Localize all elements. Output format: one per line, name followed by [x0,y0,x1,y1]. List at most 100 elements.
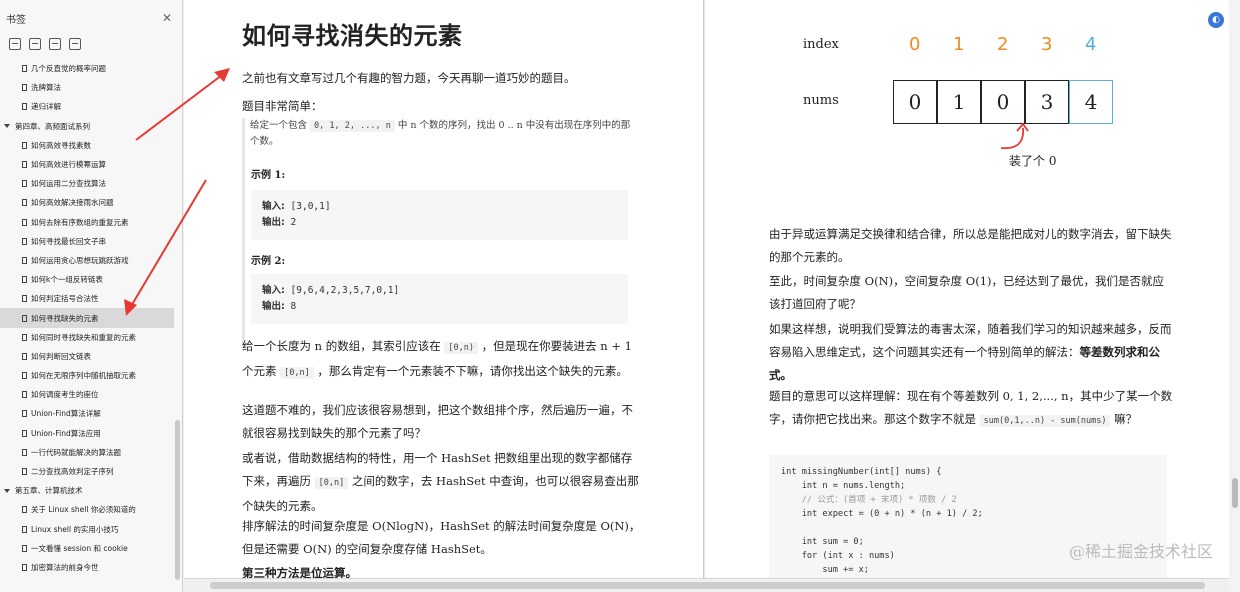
bookmark-item[interactable]: 如何同时寻找缺失和重复的元素 [0,328,174,347]
collapse-all-icon[interactable] [29,38,41,50]
bookmark-label: 一文看懂 session 和 cookie [31,543,128,553]
bookmark-item[interactable]: 几个反直觉的概率问题 [0,59,174,78]
sidebar-toolbar [0,36,182,52]
rp4-code: sum(0,1,..n) - sum(nums) [979,415,1111,427]
bookmark-icon [22,448,27,456]
expand-all-icon[interactable] [9,38,21,50]
bookmark-item[interactable]: 如何k个一组反转链表 [0,270,174,289]
example-2-output-label: 输出: [262,301,285,312]
bookmark-label: 如何运用贪心思想玩跳跃游戏 [31,255,129,265]
bookmark-icon [22,468,27,476]
vertical-scrollbar[interactable] [1229,0,1240,592]
example-1-output-label: 输出: [262,217,285,228]
example-1-input-label: 输入: [262,201,285,212]
paragraph-2: 这道题不难的，我们应该很容易想到，把这个数组排个序，然后遍历一遍，不就很容易找到… [242,403,633,440]
right-paragraph-1: 由于异或运算满足交换律和结合律，所以总是能把成对儿的数字消去，留下缺失的那个元素… [769,227,1172,264]
bookmark-icon [22,525,27,533]
bookmark-icon [22,314,27,322]
bookmark-item[interactable]: 二分查找高效判定子序列 [0,462,174,481]
index-value: 4 [1085,34,1097,55]
close-icon[interactable]: ✕ [162,11,172,25]
bookmark-item[interactable]: 如何运用二分查找算法 [0,174,174,193]
bookmark-item[interactable]: 如何判断回文链表 [0,347,174,366]
example-1-title: 示例 1: [251,170,286,181]
bookmark-icon [22,199,27,207]
bookmark-item[interactable]: 递归详解 [0,97,174,116]
nums-cell: 1 [937,80,981,124]
p3-code: [0,n] [314,477,349,489]
quote-text-1: 给定一个包含 [250,120,308,131]
watermark: @稀土掘金技术社区 [1068,542,1213,561]
bookmark-label: 如何判断回文链表 [31,351,91,361]
example-2-title: 示例 2: [251,256,286,267]
bookmark-icon [22,218,27,226]
paragraph-5: 第三种方法是位运算。 [242,566,357,578]
example-2-output: 8 [290,301,297,312]
bookmark-icon [22,352,27,360]
bookmark-sidebar: 书签 ✕ 几个反直觉的概率问题 洗牌算法递归详解第四章、高频面试系列如何高效寻找素… [0,0,183,592]
collapse-triangle-icon[interactable] [4,488,10,493]
paragraph-3: 或者说，借助数据结构的特性，用一个 HashSet 把数组里出现的数字都储存下来… [242,447,642,518]
bookmark-item[interactable]: 如何高效解决接雨水问题 [0,193,174,212]
bookmark-chapter[interactable]: 第五章、计算机技术 [0,481,174,500]
quote-text-2: 中 n 个数的序列，找出 0 .. n 中没有出现在序列中的那个数。 [250,120,631,147]
bookmark-icon [22,141,27,149]
bookmark-icon [22,276,27,284]
p1-code-2: [0,n] [280,367,314,379]
nums-cell: 0 [893,80,937,124]
bookmark-chapter[interactable]: 第四章、高频面试系列 [0,117,174,136]
right-paragraph-3: 如果这样想，说明我们受算法的毒害太深，随着我们学习的知识越来越多，反而容易陷入思… [769,318,1174,387]
bookmark-item[interactable]: 如何判定括号合法性 [0,289,174,308]
bookmark-item[interactable]: 如何在无限序列中随机抽取元素 [0,366,174,385]
bookmark-add-icon[interactable] [49,38,61,50]
problem-statement: 给定一个包含 0, 1, 2, ..., n 中 n 个数的序列，找出 0 ..… [250,118,635,150]
bookmark-icon [22,333,27,341]
bookmark-item[interactable]: 一文看懂 session 和 cookie [0,539,174,558]
bookmark-item[interactable]: 一行代码就能解决的算法题 [0,443,174,462]
bookmark-item[interactable]: Linux shell 的实用小技巧 [0,520,174,539]
bookmark-label: 第四章、高频面试系列 [15,121,90,131]
vertical-scroll-thumb[interactable] [1232,478,1238,508]
bookmark-label: 第五章、计算机技术 [15,486,83,496]
bookmark-label: 一行代码就能解决的算法题 [31,447,121,457]
sidebar-scrollbar[interactable] [175,420,180,580]
horizontal-scroll-thumb[interactable] [210,582,1205,589]
bookmark-label: 关于 Linux shell 你必须知道的 [31,505,136,515]
bookmark-item[interactable]: 如何调度考生的座位 [0,385,174,404]
pdf-page-left: 如何寻找消失的元素 之前也有文章写过几个有趣的智力题，今天再聊一道巧妙的题目。 … [184,0,704,578]
assistant-icon[interactable]: ◐ [1208,12,1224,28]
index-value: 0 [909,34,921,55]
bookmark-item[interactable]: 如何寻找缺失的元素 [0,308,174,328]
bookmark-icon [22,429,27,437]
bookmark-item[interactable]: 如何去除有序数组的重复元素 [0,213,174,232]
paragraph-4: 排序解法的时间复杂度是 O(NlogN)，HashSet 的解法时间复杂度是 O… [242,519,641,556]
bookmark-icon[interactable] [69,38,81,50]
bookmark-item[interactable]: 加密算法的前身今世 [0,558,174,577]
sidebar-header: 书签 ✕ [0,0,182,36]
code-line: sum += x; [781,565,869,575]
bookmark-label: 如何运用二分查找算法 [31,179,106,189]
bookmark-label: 二分查找高效判定子序列 [31,467,114,477]
nums-cell: 3 [1025,80,1069,124]
page-title: 如何寻找消失的元素 [242,21,463,50]
index-value: 1 [953,34,965,55]
bookmark-item[interactable]: 如何运用贪心思想玩跳跃游戏 [0,251,174,270]
bookmark-item[interactable]: 如何高效寻找素数 [0,136,174,155]
rp4-text-b: 嘛？ [1114,412,1138,426]
bookmark-item[interactable]: 洗牌算法 [0,78,174,97]
bookmark-icon [22,295,27,303]
horizontal-scrollbar[interactable] [184,578,1229,592]
bookmark-item[interactable]: Union-Find算法详解 [0,404,174,423]
bookmark-item[interactable]: 如何高效进行模幂运算 [0,155,174,174]
intro-paragraph: 之前也有文章写过几个有趣的智力题，今天再聊一道巧妙的题目。 [242,71,576,85]
bookmark-icon [22,161,27,169]
example-1-box: 输入: [3,0,1] 输出: 2 [251,190,628,240]
bookmark-item[interactable]: Union-Find算法应用 [0,424,174,443]
bookmark-icon [22,544,27,552]
bookmark-item[interactable]: 如何寻找最长回文子串 [0,232,174,251]
bookmark-label: 如何去除有序数组的重复元素 [31,217,129,227]
bookmark-item[interactable]: 关于 Linux shell 你必须知道的 [0,500,174,519]
collapse-triangle-icon[interactable] [4,124,10,129]
bookmark-label: 递归详解 [31,102,61,112]
